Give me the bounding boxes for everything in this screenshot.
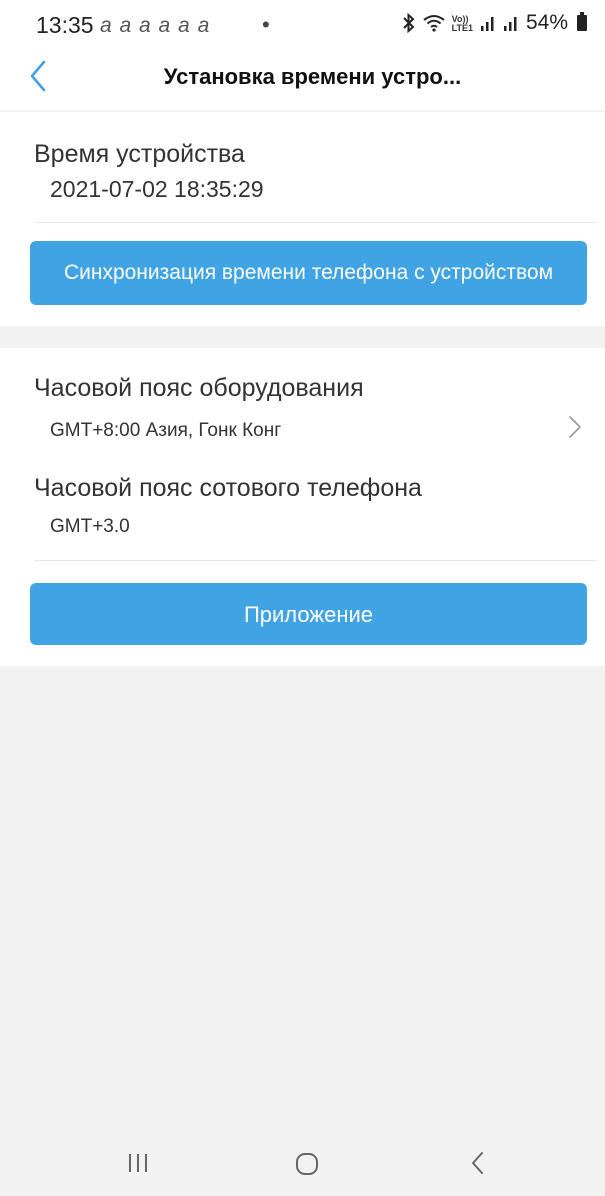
system-nav-bar	[0, 1130, 605, 1196]
bluetooth-icon	[402, 13, 416, 33]
recent-apps-icon[interactable]	[128, 1152, 148, 1179]
signal-icon-2	[503, 14, 519, 32]
status-time: 13:35	[36, 12, 94, 38]
page-title: Установка времени устро...	[163, 64, 462, 89]
volte-icon: Vo)) LTE1	[452, 15, 473, 33]
battery-icon	[577, 12, 587, 31]
timezone-section: Часовой пояс оборудования GMT+8:00 Азия,…	[0, 348, 605, 666]
phone-timezone-label: Часовой пояс сотового телефона	[34, 474, 422, 502]
device-timezone-value[interactable]: GMT+8:00 Азия, Гонк Конг	[50, 420, 281, 442]
notification-dot: •	[262, 12, 270, 37]
wifi-icon	[423, 14, 445, 32]
lte-label: LTE1	[451, 23, 473, 33]
apply-button[interactable]: Приложение	[30, 583, 587, 645]
home-icon[interactable]	[295, 1152, 321, 1181]
device-time-label: Время устройства	[34, 140, 245, 168]
top-area: 13:35 a a a a a a • Vo)) LTE1 54% Устано…	[0, 0, 605, 110]
device-time-section: Время устройства 2021-07-02 18:35:29 Син…	[0, 112, 605, 326]
battery-percent: 54%	[525, 11, 568, 34]
signal-icon	[480, 14, 496, 32]
notification-icons: a a a a a a	[100, 14, 211, 37]
divider	[34, 222, 597, 223]
status-right: Vo)) LTE1 54%	[402, 11, 587, 35]
device-time-value: 2021-07-02 18:35:29	[50, 176, 264, 202]
phone-timezone-value: GMT+3.0	[50, 516, 130, 537]
chevron-right-icon[interactable]	[567, 414, 583, 440]
device-timezone-label: Часовой пояс оборудования	[34, 374, 364, 402]
system-back-icon[interactable]	[468, 1150, 488, 1181]
divider	[34, 560, 597, 561]
nav-bar: Установка времени устро...	[0, 52, 605, 102]
sync-time-button[interactable]: Синхронизация времени телефона с устройс…	[30, 241, 587, 305]
status-bar: 13:35 a a a a a a • Vo)) LTE1 54%	[0, 0, 605, 52]
